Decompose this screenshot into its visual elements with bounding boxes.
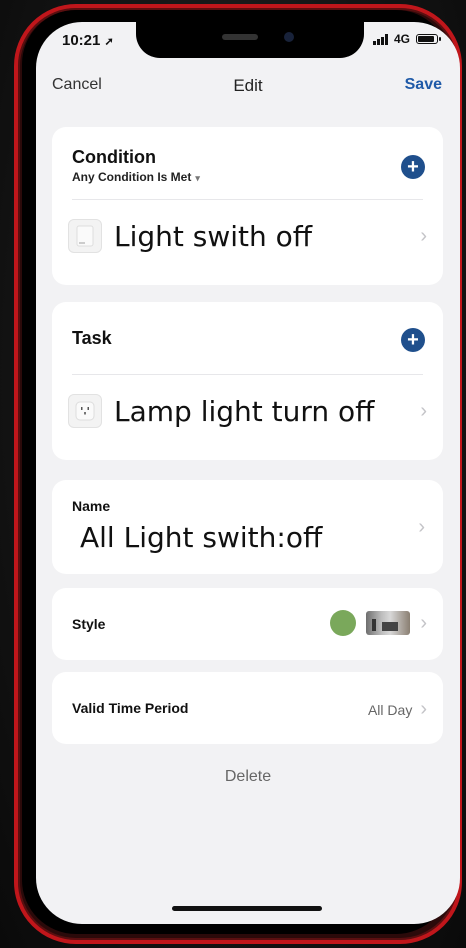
style-label: Style [72,616,106,632]
add-condition-button[interactable]: + [401,155,425,179]
valid-time-value-group: All Day › [368,698,427,721]
task-header: Task [72,328,112,349]
front-camera [284,32,294,42]
status-indicators: 4G [372,32,441,46]
condition-header: Condition Any Condition Is Met ▾ [72,147,200,184]
network-type: 4G [393,32,410,46]
plus-icon: + [407,329,419,351]
condition-mode-selector[interactable]: Any Condition Is Met ▾ [72,170,200,184]
status-time-text: 10:21 [62,32,101,49]
speaker-grille [222,34,258,40]
save-button[interactable]: Save [405,76,442,94]
name-value: All Light swith:off [80,518,360,558]
switch-device-icon [68,219,102,253]
name-label: Name [72,498,111,514]
valid-time-label: Valid Time Period [72,700,189,716]
phone-screen: 10:21 ➚ 4G Cancel Edit Save Condition An… [36,22,460,924]
plus-icon: + [407,156,419,178]
condition-card: Condition Any Condition Is Met ▾ + Light … [52,127,443,285]
task-card: Task + Lamp light turn off › [52,302,443,460]
condition-item-label: Light swith off [114,219,313,253]
plug-device-icon [68,394,102,428]
task-item-label: Lamp light turn off [114,394,375,428]
chevron-right-icon: › [420,698,427,720]
chevron-right-icon: › [420,224,427,247]
condition-item[interactable]: Light swith off › [68,219,427,253]
add-task-button[interactable]: + [401,328,425,352]
valid-time-card[interactable]: Valid Time Period All Day › [52,672,443,744]
chevron-right-icon: › [420,611,427,634]
task-item[interactable]: Lamp light turn off › [68,394,427,428]
divider [72,374,423,375]
notch [136,22,364,58]
nav-bar: Cancel Edit Save [36,74,460,104]
signal-icon [372,33,388,45]
chevron-right-icon: › [420,399,427,422]
style-card[interactable]: Style › [52,588,443,660]
style-preview: › [330,610,427,636]
chevron-down-icon: ▾ [195,173,200,183]
delete-button[interactable]: Delete [36,768,460,786]
battery-icon [416,34,441,44]
status-time: 10:21 ➚ [62,32,114,49]
valid-time-value: All Day [367,701,413,718]
location-arrow-icon: ➚ [104,36,114,48]
condition-mode-label: Any Condition Is Met [72,170,192,184]
style-color-swatch [330,610,357,636]
chevron-right-icon: › [418,516,425,538]
page-title: Edit [233,76,263,95]
divider [72,199,423,200]
stage: 10:21 ➚ 4G Cancel Edit Save Condition An… [0,0,466,948]
name-card[interactable]: Name All Light swith:off › [52,480,443,574]
style-background-image [366,611,411,635]
home-indicator[interactable] [172,906,322,911]
condition-title: Condition [72,147,156,167]
task-title: Task [72,328,112,348]
